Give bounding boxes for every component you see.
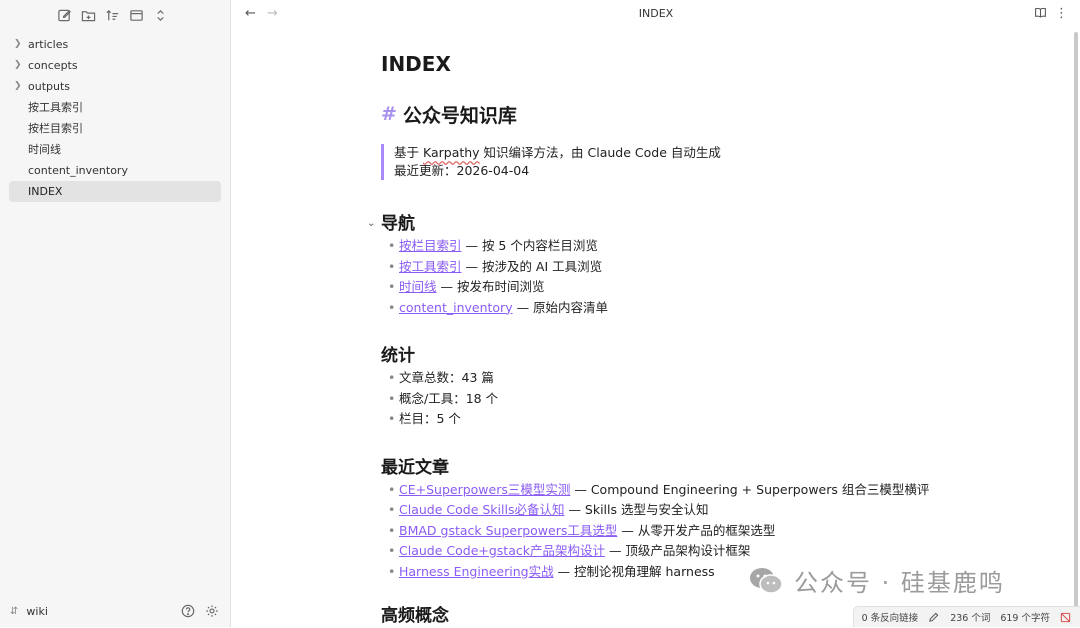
sidebar-toolbar [55,5,169,25]
reading-view-icon[interactable] [1034,6,1047,23]
chevron-right-icon: ❯ [14,39,22,49]
list-item-text: — 控制论视角理解 harness [553,563,715,579]
quote-line-2: 最近更新：2026-04-04 [394,163,530,178]
internal-link[interactable]: 按工具索引 [399,259,462,274]
heading-text: 最近文章 [381,457,449,478]
heading-text: 高频概念 [381,606,449,626]
char-count: 619 个字符 [1000,613,1050,624]
heading-2: 统计 [381,344,941,368]
file-timeline[interactable]: 时间线 [9,139,221,160]
list-item: 栏目：5 个 [381,409,941,430]
list-item-text: — 按 5 个内容栏目浏览 [461,238,598,253]
folder-articles[interactable]: ❯ articles [9,34,221,55]
list-item: 概念/工具：18 个 [381,389,941,410]
tab-header: ← → INDEX ⋮ [232,0,1080,28]
file-index[interactable]: INDEX [9,181,221,202]
list-item: 文章总数：43 篇 [381,368,941,389]
nav-list: 按栏目索引 — 按 5 个内容栏目浏览 按工具索引 — 按涉及的 AI 工具浏览… [381,236,941,318]
tree-item-label: 按栏目索引 [28,122,83,135]
list-item: 时间线 — 按发布时间浏览 [381,277,941,298]
list-item: 按栏目索引 — 按 5 个内容栏目浏览 [381,236,941,257]
tree-item-label: articles [28,38,69,51]
file-tree: ❯ articles ❯ concepts ❯ outputs 按工具索引 按栏目索引… [9,34,221,202]
quote-line-1: 基于 Karpathy 知识编译方法，由 Claude Code 自动生成 [394,144,941,162]
sync-disabled-icon[interactable] [1060,611,1072,623]
vault-switcher: ⇵ wiki [0,595,230,627]
tree-item-label: concepts [28,59,78,72]
list-item: BMAD gstack Superpowers工具选型 — 从零开发产品的框架选… [381,521,941,542]
internal-link[interactable]: Claude Code+gstack产品架构设计 [399,543,605,558]
tree-item-label: 时间线 [28,143,61,156]
section-statistics: 统计 文章总数：43 篇 概念/工具：18 个 栏目：5 个 [381,344,941,430]
list-item: Claude Code+gstack产品架构设计 — 顶级产品架构设计框架 [381,541,941,562]
internal-link[interactable]: 时间线 [399,279,437,294]
sort-icon[interactable] [103,6,121,24]
list-item-text: — 按涉及的 AI 工具浏览 [461,258,603,274]
new-note-icon[interactable] [55,6,73,24]
inline-title[interactable]: INDEX [381,52,941,82]
internal-link[interactable]: 按栏目索引 [399,238,462,253]
note-title-header: INDEX [638,7,674,20]
internal-link[interactable]: CE+Superpowers三模型实测 [399,482,570,497]
tree-item-label: INDEX [28,185,63,198]
tree-item-label: outputs [28,80,71,93]
heading-hash-marker: # [381,103,397,125]
quote-text: 基于 [394,145,423,160]
list-item-text: — Skills 选型与安全认知 [564,502,709,517]
list-item: Claude Code Skills必备认知 — Skills 选型与安全认知 [381,500,941,521]
list-item: 按工具索引 — 按涉及的 AI 工具浏览 [381,257,941,278]
internal-link[interactable]: Claude Code Skills必备认知 [399,502,564,517]
expand-collapse-icon[interactable] [151,6,169,24]
quote-text: 知识编译方法，由 Claude Code 自动生成 [479,145,721,160]
folder-outputs[interactable]: ❯ outputs [9,76,221,97]
heading-2: ⌄ 导航 [367,212,941,236]
word-count: 236 个词 [950,613,991,624]
list-item: content_inventory — 原始内容清单 [381,298,941,319]
heading-text: 统计 [381,346,415,366]
collapse-panel-icon[interactable] [127,6,145,24]
tree-item-label: content_inventory [28,164,128,177]
backlinks-count[interactable]: 0 条反向链接 [862,610,919,624]
list-item-text: — 顶级产品架构设计框架 [604,543,751,558]
heading-text: 公众号知识库 [402,104,517,127]
internal-link[interactable]: content_inventory [399,300,513,315]
tree-item-label: 按工具索引 [28,101,83,114]
list-item: CE+Superpowers三模型实测 — Compound Engineeri… [381,480,941,501]
section-navigation: ⌄ 导航 按栏目索引 — 按 5 个内容栏目浏览 按工具索引 — 按涉及的 AI… [367,212,941,318]
scrollbar[interactable] [1074,32,1078,622]
folder-concepts[interactable]: ❯ concepts [9,55,221,76]
heading-2: 最近文章 [381,456,941,480]
file-tool-index[interactable]: 按工具索引 [9,97,221,118]
edit-pencil-icon[interactable] [928,611,940,623]
list-item-text: — 从零开发产品的框架选型 [617,522,776,538]
internal-link[interactable]: Harness Engineering实战 [399,564,554,579]
heading-1: # 公众号知识库 [381,100,941,128]
wechat-logo-icon [750,567,783,594]
list-item-text: — Compound Engineering + Superpowers 组合三… [570,481,930,497]
chevron-right-icon: ❯ [14,60,22,70]
vault-name[interactable]: wiki [26,605,172,618]
fold-chevron-icon[interactable]: ⌄ [367,212,375,236]
file-column-index[interactable]: 按栏目索引 [9,118,221,139]
watermark-text: 公众号 · 硅基鹿鸣 [794,569,1005,597]
new-folder-icon[interactable] [79,6,97,24]
list-item-text: — 原始内容清单 [512,299,609,315]
note-content: INDEX # 公众号知识库 基于 Karpathy 知识编译方法，由 Clau… [367,50,941,628]
list-item-text: — 按发布时间浏览 [436,279,545,294]
wechat-watermark: 公众号 · 硅基鹿鸣 [748,563,1005,598]
blockquote: 基于 Karpathy 知识编译方法，由 Claude Code 自动生成 最近… [381,144,941,180]
spellcheck-word: Karpathy [422,145,480,160]
status-bar: 0 条反向链接 236 个词 619 个字符 [852,606,1080,627]
stats-list: 文章总数：43 篇 概念/工具：18 个 栏目：5 个 [381,368,941,430]
file-content-inventory[interactable]: content_inventory [9,160,221,181]
internal-link[interactable]: BMAD gstack Superpowers工具选型 [399,523,617,538]
help-icon[interactable] [180,603,196,619]
editor-pane: ← → INDEX ⋮ INDEX # 公众号知识库 基于 Karpathy 知… [232,0,1080,627]
more-options-icon[interactable]: ⋮ [1055,6,1068,23]
heading-text: 导航 [381,214,415,234]
chevron-right-icon: ❯ [14,81,22,91]
settings-gear-icon[interactable] [204,603,220,619]
vault-switcher-icon[interactable]: ⇵ [10,606,18,617]
file-explorer-sidebar: ❯ articles ❯ concepts ❯ outputs 按工具索引 按栏目索引… [0,0,231,627]
